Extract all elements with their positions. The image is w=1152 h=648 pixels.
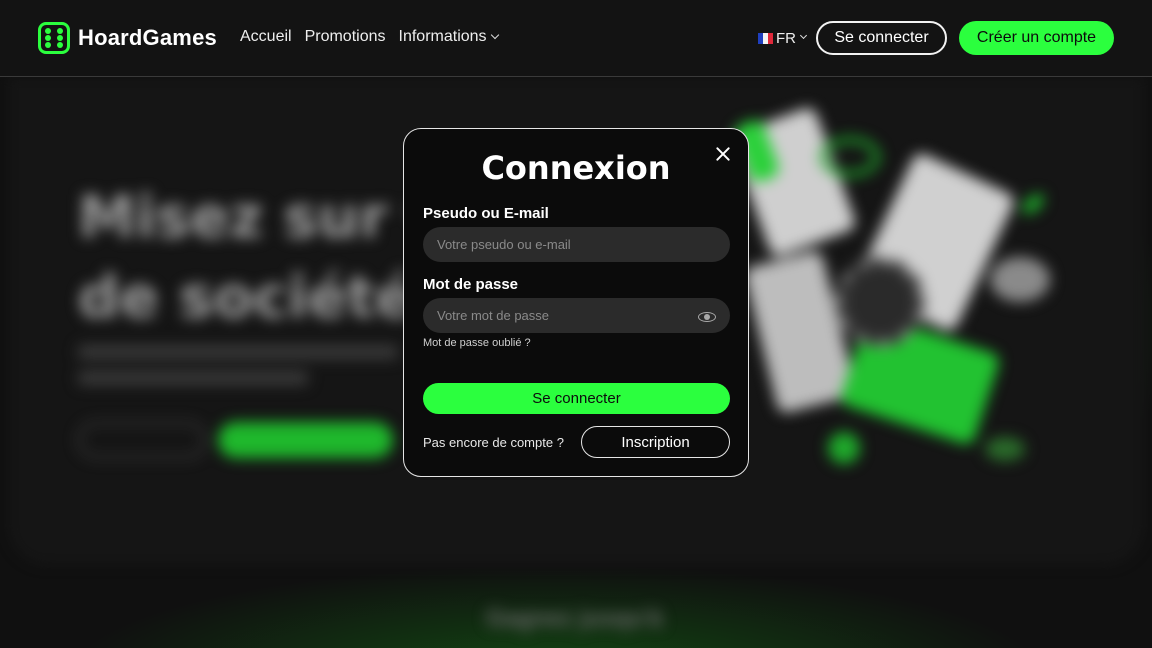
- nav-item-accueil[interactable]: Accueil: [240, 28, 292, 46]
- signup-button[interactable]: Inscription: [581, 426, 730, 458]
- forgot-password-link[interactable]: Mot de passe oublié ?: [423, 337, 531, 349]
- password-input[interactable]: [423, 298, 730, 333]
- main-nav: Accueil Promotions Informations: [240, 28, 499, 46]
- login-button[interactable]: Se connecter: [816, 21, 947, 55]
- chevron-down-icon: [490, 30, 499, 40]
- france-flag-icon: [758, 33, 773, 44]
- submit-login-button[interactable]: Se connecter: [423, 383, 730, 414]
- language-selector[interactable]: FR: [758, 30, 808, 47]
- nav-item-promotions[interactable]: Promotions: [305, 28, 386, 46]
- no-account-text: Pas encore de compte ?: [423, 435, 564, 450]
- brand-name: HoardGames: [78, 25, 217, 50]
- nav-item-informations[interactable]: Informations: [398, 28, 499, 46]
- modal-title: Connexion: [481, 149, 671, 187]
- brand-logo[interactable]: HoardGames: [38, 22, 217, 54]
- hero-bottom-heading: Gagnez jusqu'à: [486, 605, 663, 632]
- playing-card-image: [743, 249, 857, 415]
- password-label: Mot de passe: [423, 276, 519, 293]
- top-navbar: HoardGames Accueil Promotions Informatio…: [0, 0, 1152, 77]
- nav-item-informations-label: Informations: [398, 28, 487, 45]
- login-modal: Connexion Pseudo ou E-mail Mot de passe …: [403, 128, 749, 477]
- username-input[interactable]: [423, 227, 730, 262]
- hero-primary-button: [218, 422, 393, 458]
- create-account-button[interactable]: Créer un compte: [959, 21, 1114, 55]
- eye-icon[interactable]: [697, 307, 717, 327]
- chevron-down-icon: [799, 31, 808, 40]
- hero-secondary-button: [78, 422, 206, 458]
- close-icon[interactable]: [714, 145, 732, 163]
- poker-chip-image: [835, 257, 925, 347]
- dice-logo-icon: [38, 22, 70, 54]
- hero-subtitle: [78, 339, 398, 385]
- language-code: FR: [776, 30, 796, 47]
- username-label: Pseudo ou E-mail: [423, 205, 549, 222]
